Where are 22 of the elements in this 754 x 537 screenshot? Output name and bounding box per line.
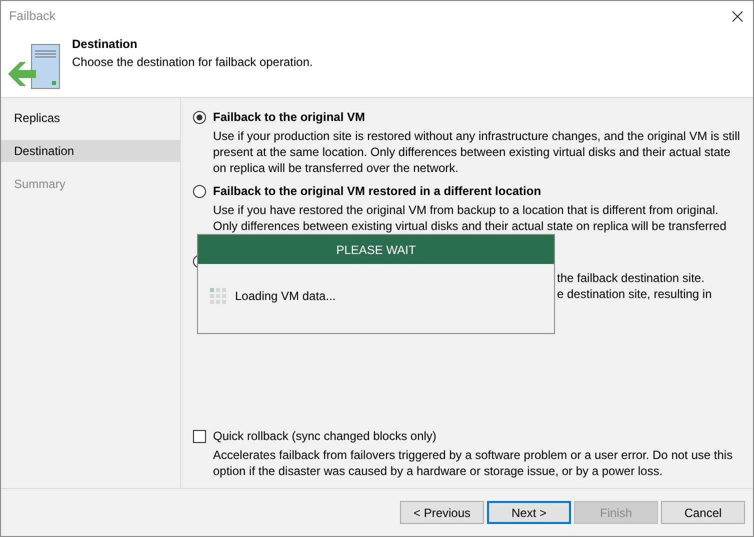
- wizard-button[interactable]: Next >: [487, 501, 571, 524]
- radio-button[interactable]: [193, 184, 206, 198]
- checkbox-label[interactable]: Quick rollback (sync changed blocks only): [213, 429, 436, 443]
- page-subtitle: Choose the destination for failback operation.: [72, 55, 313, 69]
- option-description: the failback destination site. e destination site, resulting in: [557, 270, 713, 302]
- option-label[interactable]: Failback to the original VM: [213, 110, 366, 124]
- checkbox[interactable]: [193, 430, 206, 442]
- wizard-step[interactable]: Destination: [1, 140, 180, 162]
- wizard-button[interactable]: Cancel: [661, 501, 745, 524]
- dialog-title: PLEASE WAIT: [336, 242, 416, 256]
- spinner-icon: [210, 288, 226, 304]
- close-icon[interactable]: [732, 10, 743, 22]
- window-title: Failback: [9, 9, 56, 23]
- radio-button[interactable]: [193, 110, 206, 124]
- page-title: Destination: [72, 37, 138, 51]
- wizard-step[interactable]: Replicas: [1, 107, 180, 129]
- option-description: Use if you have restored the original VM from backup to a location that is different from original. Only differences between existing virtual disks and their actual state on replica will be transferred: [213, 202, 728, 234]
- option-label[interactable]: Failback to the original VM restored in a different location: [213, 184, 542, 198]
- option-description: Accelerates failback from failovers triggered by a software problem or a user error. Do not use this option if the disaster was caused by a hardware or storage issue, or by a power loss.: [213, 447, 734, 479]
- loading-message: Loading VM data...: [235, 289, 336, 303]
- wizard-button[interactable]: < Previous: [400, 501, 484, 524]
- option-description: Use if your production site is restored without any infrastructure changes, and the original VM is still present at the same location. Only differences between existing virtual disks and their actual state on replica will be transferred over the network.: [213, 128, 741, 176]
